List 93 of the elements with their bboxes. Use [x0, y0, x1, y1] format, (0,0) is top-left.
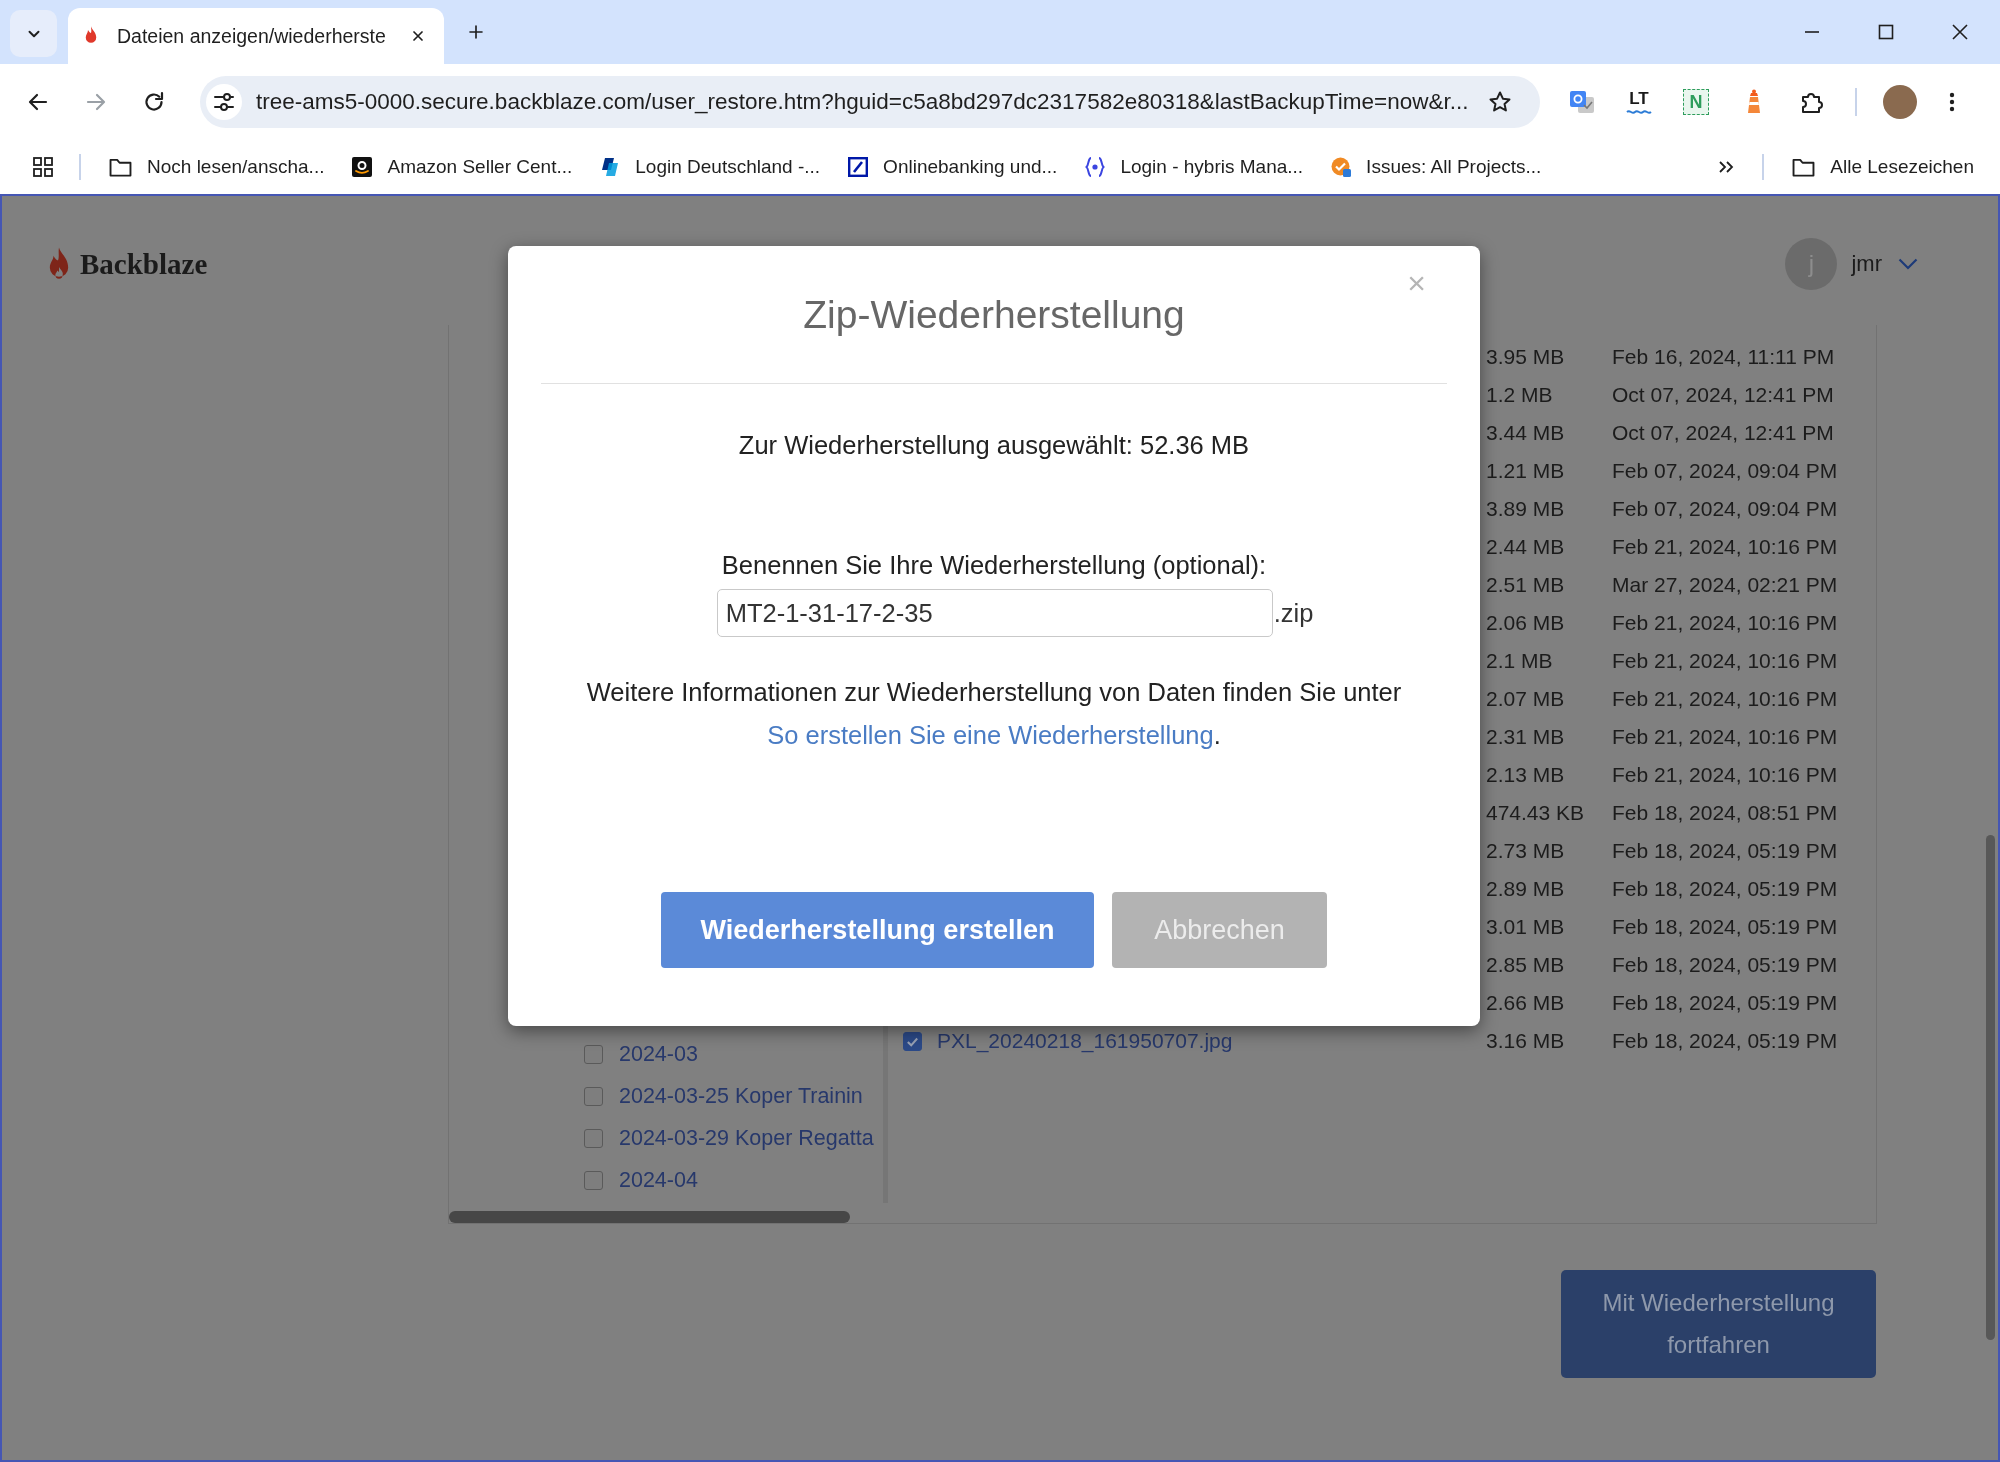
bookmark-folder[interactable]: Alle Lesezeichen	[1792, 156, 1974, 178]
file-size: 2.31 MB	[1486, 725, 1566, 749]
file-date: Feb 18, 2024, 05:19 PM	[1612, 1029, 1839, 1053]
name-label: Benennen Sie Ihre Wiederherstellung (optional):	[721, 550, 1267, 581]
create-button[interactable]: Wiederherstellung erstellen	[661, 892, 1094, 968]
translate-icon[interactable]	[1569, 89, 1595, 115]
file-size: 474.43 KB	[1486, 801, 1586, 825]
scrollbar-thumb[interactable]	[1986, 835, 1995, 1340]
file-size: 3.89 MB	[1486, 497, 1566, 521]
apps-grid-icon[interactable]	[33, 157, 53, 177]
checkbox[interactable]	[584, 1086, 603, 1106]
logo-text: Backblaze	[80, 247, 208, 281]
file-size: 3.01 MB	[1486, 915, 1566, 939]
browser-tab[interactable]: Dateien anzeigen/wiederherste	[68, 8, 444, 64]
plus-icon[interactable]	[467, 23, 485, 41]
file-date: Feb 21, 2024, 10:16 PM	[1612, 763, 1839, 787]
file-size: 2.51 MB	[1486, 573, 1566, 597]
folder-link[interactable]: 2024-03-25 Koper Trainin	[619, 1083, 863, 1109]
file-date: Feb 21, 2024, 10:16 PM	[1612, 687, 1839, 711]
folder-icon	[1792, 157, 1816, 177]
braces-icon	[1085, 157, 1106, 177]
file-size: 1.2 MB	[1486, 383, 1554, 407]
chevron-down-icon[interactable]	[1898, 258, 1918, 270]
file-size: 2.06 MB	[1486, 611, 1566, 635]
file-size: 1.21 MB	[1486, 459, 1566, 483]
bookmark-link[interactable]: Login - hybris Mana...	[1085, 156, 1304, 178]
file-date: Feb 21, 2024, 10:16 PM	[1612, 649, 1839, 673]
file-link[interactable]: PXL_20240218_161950707.jpg	[937, 1029, 1486, 1053]
file-date: Oct 07, 2024, 12:41 PM	[1612, 421, 1835, 445]
reload-icon[interactable]	[142, 90, 166, 114]
checkbox[interactable]	[584, 1128, 603, 1148]
name-input[interactable]: MT2-1-31-17-2-35	[716, 589, 1273, 637]
file-date: Feb 18, 2024, 05:19 PM	[1612, 839, 1839, 863]
folder-icon	[109, 157, 132, 177]
file-size: 2.1 MB	[1486, 649, 1554, 673]
file-date: Oct 07, 2024, 12:41 PM	[1612, 383, 1835, 407]
user-name[interactable]: jmr	[1851, 251, 1882, 277]
file-date: Feb 16, 2024, 11:11 PM	[1612, 345, 1836, 369]
file-size: 3.95 MB	[1486, 345, 1566, 369]
slanted-logo-icon	[600, 157, 621, 177]
extension-text: .zip	[1273, 598, 1314, 628]
file-date: Feb 21, 2024, 10:16 PM	[1612, 725, 1839, 749]
close-icon[interactable]	[1952, 24, 1968, 40]
file-size: 2.66 MB	[1486, 991, 1566, 1015]
file-date: Feb 21, 2024, 10:16 PM	[1612, 611, 1839, 635]
file-date: Feb 18, 2024, 08:51 PM	[1612, 801, 1839, 825]
extension-button[interactable]: N	[1683, 89, 1709, 115]
file-date: Mar 27, 2024, 02:21 PM	[1612, 573, 1839, 597]
info-text: Weitere Informationen zur Wiederherstellung von Daten finden Sie unter So erstellen Sie eine Wiederherstellung.	[586, 677, 1402, 751]
file-date: Feb 18, 2024, 05:19 PM	[1612, 915, 1839, 939]
smile-logo-icon	[352, 157, 373, 177]
url-text: tree-ams5-0000.secure.backblaze.com/user_restore.htm?hguid=c5a8bd297dc2317582e80318&lastBackupTime=now&r...	[256, 89, 1469, 115]
scrollbar-thumb[interactable]	[449, 1211, 850, 1223]
continue-button[interactable]: Mit Wiederherstellung fortfahren	[1561, 1270, 1876, 1378]
bookmark-link[interactable]: Login Deutschland -...	[600, 156, 821, 178]
file-size: 3.44 MB	[1486, 421, 1566, 445]
flame-icon	[48, 246, 70, 282]
file-date: Feb 18, 2024, 05:19 PM	[1612, 953, 1839, 977]
extension-button[interactable]: LT	[1625, 89, 1653, 115]
close-icon[interactable]	[410, 28, 426, 44]
file-size: 2.13 MB	[1486, 763, 1566, 787]
file-size: 2.73 MB	[1486, 839, 1566, 863]
wave-icon	[1626, 108, 1652, 115]
checkbox[interactable]	[584, 1044, 603, 1064]
checkbox[interactable]	[584, 1170, 603, 1190]
star-icon[interactable]	[1488, 90, 1512, 114]
file-size: 2.44 MB	[1486, 535, 1566, 559]
folder-link[interactable]: 2024-04	[619, 1167, 698, 1193]
help-link[interactable]: So erstellen Sie eine Wiederherstellung	[767, 721, 1214, 749]
checkbox[interactable]	[903, 1031, 922, 1051]
file-size: 2.85 MB	[1486, 953, 1566, 977]
file-date: Feb 18, 2024, 05:19 PM	[1612, 991, 1839, 1015]
file-date: Feb 07, 2024, 09:04 PM	[1612, 497, 1839, 521]
file-size: 2.07 MB	[1486, 687, 1566, 711]
folder-link[interactable]: 2024-03-29 Koper Regatta	[619, 1125, 874, 1151]
selected-size-text: Zur Wiederherstellung ausgewählt: 52.36 MB	[738, 430, 1250, 461]
file-date: Feb 07, 2024, 09:04 PM	[1612, 459, 1839, 483]
folder-link[interactable]: 2024-03	[619, 1041, 698, 1067]
dialog-title: Zip-Wiederherstellung	[803, 293, 1185, 337]
address-bar[interactable]: tree-ams5-0000.secure.backblaze.com/user_restore.htm?hguid=c5a8bd297dc2317582e80318&lastBackupTime=now&r...	[200, 76, 1540, 128]
slash-square-icon	[848, 157, 869, 177]
file-size: 3.16 MB	[1486, 1029, 1566, 1053]
bookmark-link[interactable]: Amazon Seller Cent...	[352, 156, 573, 178]
site-settings-icon[interactable]	[206, 84, 242, 120]
bookmark-folder[interactable]: Noch lesen/anscha...	[109, 156, 325, 178]
file-date: Feb 21, 2024, 10:16 PM	[1612, 535, 1839, 559]
file-size: 2.89 MB	[1486, 877, 1566, 901]
check-badge-icon	[1331, 157, 1352, 177]
maximize-icon[interactable]	[1878, 24, 1894, 40]
bookmark-link[interactable]: Onlinebanking und...	[848, 156, 1058, 178]
profile-avatar-icon[interactable]	[1883, 85, 1917, 119]
bookmark-link[interactable]: Issues: All Projects...	[1331, 156, 1542, 178]
file-date: Feb 18, 2024, 05:19 PM	[1612, 877, 1839, 901]
